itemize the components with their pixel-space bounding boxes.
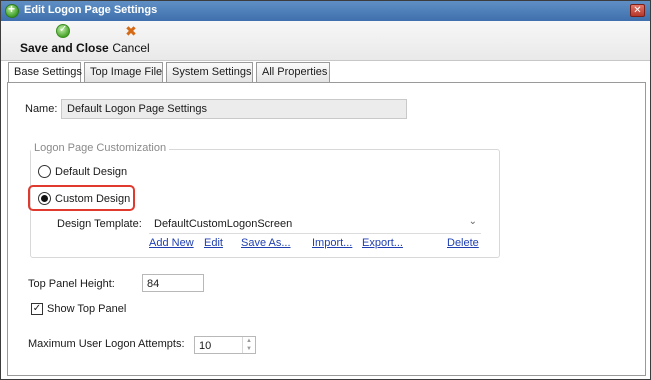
import-link[interactable]: Import... [312,237,352,249]
tab-top-image-file[interactable]: Top Image File [84,62,163,82]
top-panel-height-input[interactable]: 84 [142,274,204,292]
edit-logon-page-settings-window: Edit Logon Page Settings ✕ Save and Clos… [0,0,651,380]
spin-up-icon[interactable]: ▲ [243,337,255,345]
x-icon: ✖ [125,23,137,39]
delete-link[interactable]: Delete [447,237,479,249]
add-new-link[interactable]: Add New [149,237,194,249]
show-top-panel-checkbox[interactable]: ✓ [31,303,43,315]
design-template-select[interactable]: DefaultCustomLogonScreen ⌄ [149,214,481,234]
checkmark-circle-icon [56,24,70,38]
close-window-button[interactable]: ✕ [630,4,645,17]
export-link[interactable]: Export... [362,237,403,249]
name-label: Name: [25,103,58,115]
add-circle-icon [5,2,19,18]
tab-all-properties[interactable]: All Properties [256,62,330,82]
logon-page-customization-legend: Logon Page Customization [31,142,170,154]
default-design-radio[interactable] [38,165,51,178]
maximum-user-logon-attempts-value: 10 [199,340,212,352]
custom-design-highlight [28,185,135,211]
chevron-down-icon: ⌄ [468,216,477,227]
design-template-label: Design Template: [57,218,142,230]
save-and-close-button[interactable]: Save and Close [20,24,109,58]
default-design-label[interactable]: Default Design [55,166,127,178]
maximum-user-logon-attempts-label: Maximum User Logon Attempts: [28,338,185,350]
tab-base-settings[interactable]: Base Settings [8,62,82,83]
toolbar: Save and Close ✖ Cancel [1,21,650,61]
top-panel-height-label: Top Panel Height: [28,278,115,290]
cancel-label: Cancel [112,41,150,55]
cancel-button[interactable]: ✖ Cancel [111,24,151,58]
edit-link[interactable]: Edit [204,237,223,249]
window-title: Edit Logon Page Settings [24,4,158,16]
show-top-panel-label[interactable]: Show Top Panel [47,303,126,315]
spin-down-icon[interactable]: ▼ [243,345,255,353]
title-bar: Edit Logon Page Settings ✕ [1,1,650,21]
maximum-user-logon-attempts-stepper[interactable]: 10 ▲ ▼ [194,336,256,354]
tab-system-settings[interactable]: System Settings [166,62,253,82]
save-and-close-label: Save and Close [20,41,109,55]
spinner-buttons[interactable]: ▲ ▼ [242,337,255,353]
save-as-link[interactable]: Save As... [241,237,291,249]
name-field[interactable]: Default Logon Page Settings [61,99,407,119]
design-template-value: DefaultCustomLogonScreen [154,218,293,230]
